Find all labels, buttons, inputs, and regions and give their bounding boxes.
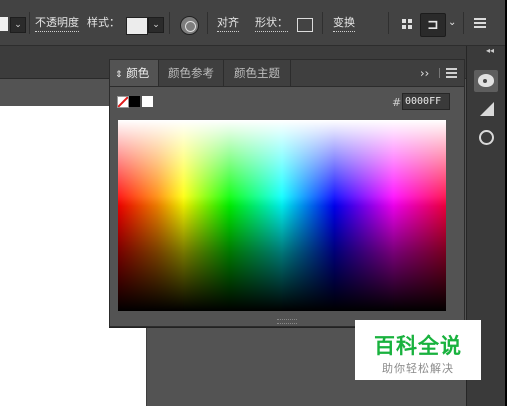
watermark-subtitle: 助你轻松解决	[382, 362, 454, 375]
menu-icon[interactable]	[474, 18, 486, 28]
tab-color-guide[interactable]: 颜色参考	[159, 60, 223, 86]
tab-color[interactable]: ⇕ 颜色	[110, 60, 158, 86]
color-palette-icon[interactable]	[474, 70, 498, 92]
color-spectrum-picker[interactable]	[118, 120, 446, 311]
isolate-mode-button[interactable]: ⊐	[420, 13, 446, 37]
hex-color-input[interactable]: 0000FF	[402, 93, 450, 110]
shape-link[interactable]: 形状：	[255, 15, 288, 32]
graphic-style-swatch[interactable]	[126, 17, 148, 35]
align-link[interactable]: 对齐	[217, 15, 239, 32]
transform-link[interactable]: 变换	[333, 15, 355, 32]
tab-label: 颜色	[126, 66, 150, 80]
separator	[29, 12, 30, 34]
separator	[388, 12, 389, 34]
separator	[207, 12, 208, 34]
panel-resize-grip[interactable]	[277, 319, 297, 324]
watermark-logo: 百科全说 助你轻松解决	[355, 320, 481, 380]
chevron-down-icon[interactable]: ⌄	[448, 15, 456, 31]
collapse-toggle-icon[interactable]: ⇕	[115, 70, 123, 80]
collapse-dock-icon[interactable]: ◂◂	[486, 47, 500, 55]
opacity-label[interactable]: 不透明度	[35, 15, 79, 32]
align-grid-icon[interactable]	[402, 19, 412, 29]
fill-dropdown-button[interactable]: ⌄	[10, 17, 26, 33]
shape-rectangle-icon[interactable]	[297, 18, 313, 32]
separator	[322, 12, 323, 34]
black-swatch[interactable]	[129, 96, 140, 107]
gradient-icon[interactable]	[474, 98, 498, 120]
watermark-title: 百科全说	[374, 334, 462, 358]
color-guide-icon[interactable]	[474, 126, 498, 148]
style-dropdown-button[interactable]: ⌄	[148, 17, 164, 33]
color-panel: ⇕ 颜色 颜色参考 颜色主题 ›› # 0000FF	[109, 59, 465, 327]
hex-hash-label: #	[392, 96, 402, 109]
illustrator-window: ⌄ 不透明度 样式： ⌄ 对齐 形状： 变换 ⊐ ⌄ ◂◂ ⇕ 颜色 颜色参考 …	[0, 0, 505, 406]
none-swatch[interactable]	[117, 96, 129, 108]
recolor-artwork-icon[interactable]	[180, 16, 199, 35]
tab-overflow-button[interactable]: ››	[420, 60, 436, 86]
separator	[169, 12, 170, 34]
tab-color-themes[interactable]: 颜色主题	[224, 60, 290, 86]
white-swatch[interactable]	[142, 96, 153, 107]
fill-swatch-button[interactable]	[0, 17, 8, 31]
panel-menu-icon[interactable]	[446, 68, 458, 78]
separator	[463, 12, 464, 34]
style-label: 样式：	[87, 16, 120, 29]
panel-tab-bar: ⇕ 颜色 颜色参考 颜色主题 ››	[110, 60, 464, 87]
control-bar: ⌄ 不透明度 样式： ⌄ 对齐 形状： 变换 ⊐ ⌄	[0, 0, 505, 46]
